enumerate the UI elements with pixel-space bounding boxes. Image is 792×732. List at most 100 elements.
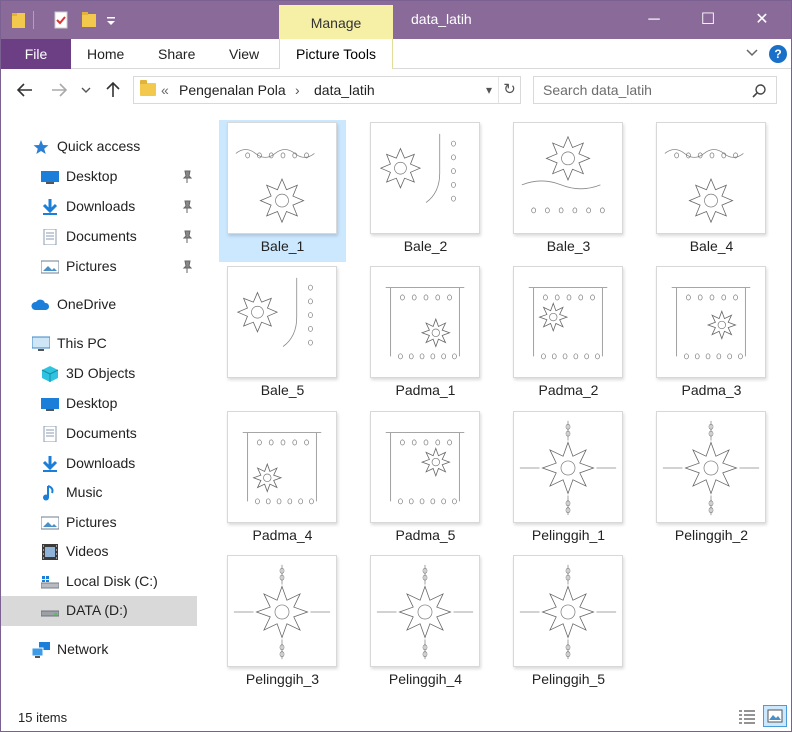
file-thumbnail[interactable]	[227, 555, 337, 667]
sidebar-item-network[interactable]: Network	[1, 635, 197, 665]
breadcrumb-separator[interactable]: ›	[295, 82, 300, 98]
file-thumbnail[interactable]	[370, 411, 480, 523]
manage-tab[interactable]: Manage	[279, 5, 393, 39]
file-name: Bale_4	[689, 238, 734, 254]
breadcrumb-pengenalan-pola[interactable]: Pengenalan Pola	[179, 82, 286, 98]
help-icon[interactable]: ?	[769, 45, 787, 63]
back-arrow-icon[interactable]	[15, 80, 35, 100]
file-item[interactable]: Bale_5	[219, 264, 346, 406]
file-item[interactable]: Pelinggih_1	[505, 409, 632, 551]
desktop-icon	[41, 171, 59, 184]
file-thumbnail[interactable]	[227, 122, 337, 234]
navigation-bar: « Pengenalan Pola › data_latih ▾ ↻ Searc…	[1, 70, 791, 112]
drive-icon	[41, 610, 59, 617]
file-item[interactable]: Padma_5	[362, 409, 489, 551]
star-icon	[33, 140, 49, 154]
downloads-icon	[42, 456, 58, 472]
sidebar-item-label: This PC	[57, 335, 107, 351]
file-thumbnail[interactable]	[513, 122, 623, 234]
file-name: Pelinggih_4	[388, 671, 463, 687]
navigation-pane: Quick access Desktop Downloads Documents	[1, 112, 201, 698]
search-input[interactable]: Search data_latih	[543, 82, 652, 98]
maximize-button[interactable]: ☐	[685, 1, 731, 39]
pin-icon[interactable]	[181, 170, 193, 184]
pattern-sketch-image	[385, 287, 465, 360]
sidebar-item-desktop[interactable]: Desktop	[1, 389, 197, 419]
sidebar-item-3d-objects[interactable]: 3D Objects	[1, 359, 197, 389]
forward-arrow-icon[interactable]	[49, 80, 69, 100]
sidebar-item-downloads-quick[interactable]: Downloads	[1, 192, 197, 222]
file-thumbnail[interactable]	[513, 266, 623, 378]
details-view-icon[interactable]	[737, 707, 757, 725]
file-thumbnail[interactable]	[370, 266, 480, 378]
sidebar-item-documents[interactable]: Documents	[1, 419, 197, 449]
3d-objects-icon	[41, 366, 59, 382]
sidebar-item-data-d[interactable]: DATA (D:)	[1, 596, 197, 626]
file-thumbnail[interactable]	[370, 555, 480, 667]
file-item[interactable]: Pelinggih_4	[362, 553, 489, 695]
tab-picture-tools[interactable]: Picture Tools	[279, 39, 393, 69]
sidebar-item-label: Documents	[66, 425, 137, 441]
file-thumbnail[interactable]	[227, 266, 337, 378]
file-thumbnail[interactable]	[370, 122, 480, 234]
pin-icon[interactable]	[181, 230, 193, 244]
file-item[interactable]: Bale_2	[362, 120, 489, 262]
file-thumbnail[interactable]	[513, 411, 623, 523]
pictures-icon	[41, 260, 59, 274]
sidebar-item-label: 3D Objects	[66, 365, 136, 381]
recent-locations-icon[interactable]	[79, 80, 93, 100]
file-thumbnail[interactable]	[656, 266, 766, 378]
file-item[interactable]: Pelinggih_3	[219, 553, 346, 695]
address-bar[interactable]: « Pengenalan Pola › data_latih ▾ ↻	[133, 76, 521, 104]
sidebar-item-documents-quick[interactable]: Documents	[1, 222, 197, 252]
new-folder-icon[interactable]	[81, 11, 97, 29]
sidebar-item-pictures[interactable]: Pictures	[1, 508, 197, 538]
properties-icon[interactable]	[53, 11, 69, 29]
file-name: Padma_4	[252, 527, 313, 543]
file-item[interactable]: Pelinggih_2	[648, 409, 775, 551]
minimize-button[interactable]: ─	[631, 1, 677, 39]
file-item[interactable]: Pelinggih_5	[505, 553, 632, 695]
customize-toolbar-icon[interactable]	[103, 11, 119, 29]
sidebar-item-this-pc[interactable]: This PC	[1, 329, 197, 359]
file-thumbnail[interactable]	[656, 411, 766, 523]
breadcrumb-overflow[interactable]: «	[161, 82, 169, 98]
file-thumbnail[interactable]	[656, 122, 766, 234]
file-item[interactable]: Padma_3	[648, 264, 775, 406]
up-arrow-icon[interactable]	[103, 80, 123, 100]
toolbar-divider	[33, 11, 34, 29]
breadcrumb-data-latih[interactable]: data_latih	[314, 82, 375, 98]
file-thumbnail[interactable]	[227, 411, 337, 523]
address-dropdown-icon[interactable]: ▾	[482, 79, 496, 101]
tab-view[interactable]: View	[229, 39, 259, 69]
pattern-sketch-image	[242, 432, 322, 505]
sidebar-item-local-disk-c[interactable]: Local Disk (C:)	[1, 567, 197, 597]
file-item[interactable]: Padma_2	[505, 264, 632, 406]
file-item[interactable]: Bale_4	[648, 120, 775, 262]
close-button[interactable]: ✕	[739, 1, 785, 39]
sidebar-item-onedrive[interactable]: OneDrive	[1, 290, 197, 320]
file-name: Pelinggih_3	[245, 671, 320, 687]
tab-share[interactable]: Share	[158, 39, 195, 69]
sidebar-item-videos[interactable]: Videos	[1, 537, 197, 567]
file-item[interactable]: Bale_1	[219, 120, 346, 262]
file-tab[interactable]: File	[1, 39, 71, 69]
tab-home[interactable]: Home	[87, 39, 124, 69]
file-item[interactable]: Padma_1	[362, 264, 489, 406]
file-item[interactable]: Padma_4	[219, 409, 346, 551]
sidebar-item-downloads[interactable]: Downloads	[1, 449, 197, 479]
sidebar-item-quick-access[interactable]: Quick access	[1, 132, 197, 162]
file-item[interactable]: Bale_3	[505, 120, 632, 262]
sidebar-item-desktop-quick[interactable]: Desktop	[1, 162, 197, 192]
refresh-icon[interactable]: ↻	[498, 77, 520, 103]
pin-icon[interactable]	[181, 260, 193, 274]
search-box[interactable]: Search data_latih	[533, 76, 777, 104]
sidebar-item-label: DATA (D:)	[66, 602, 128, 618]
file-thumbnail[interactable]	[513, 555, 623, 667]
sidebar-item-music[interactable]: Music	[1, 478, 197, 508]
expand-ribbon-icon[interactable]	[745, 45, 759, 59]
sidebar-item-pictures-quick[interactable]: Pictures	[1, 252, 197, 282]
documents-icon	[43, 426, 57, 442]
pin-icon[interactable]	[181, 200, 193, 214]
large-icons-view-icon[interactable]	[763, 705, 787, 727]
